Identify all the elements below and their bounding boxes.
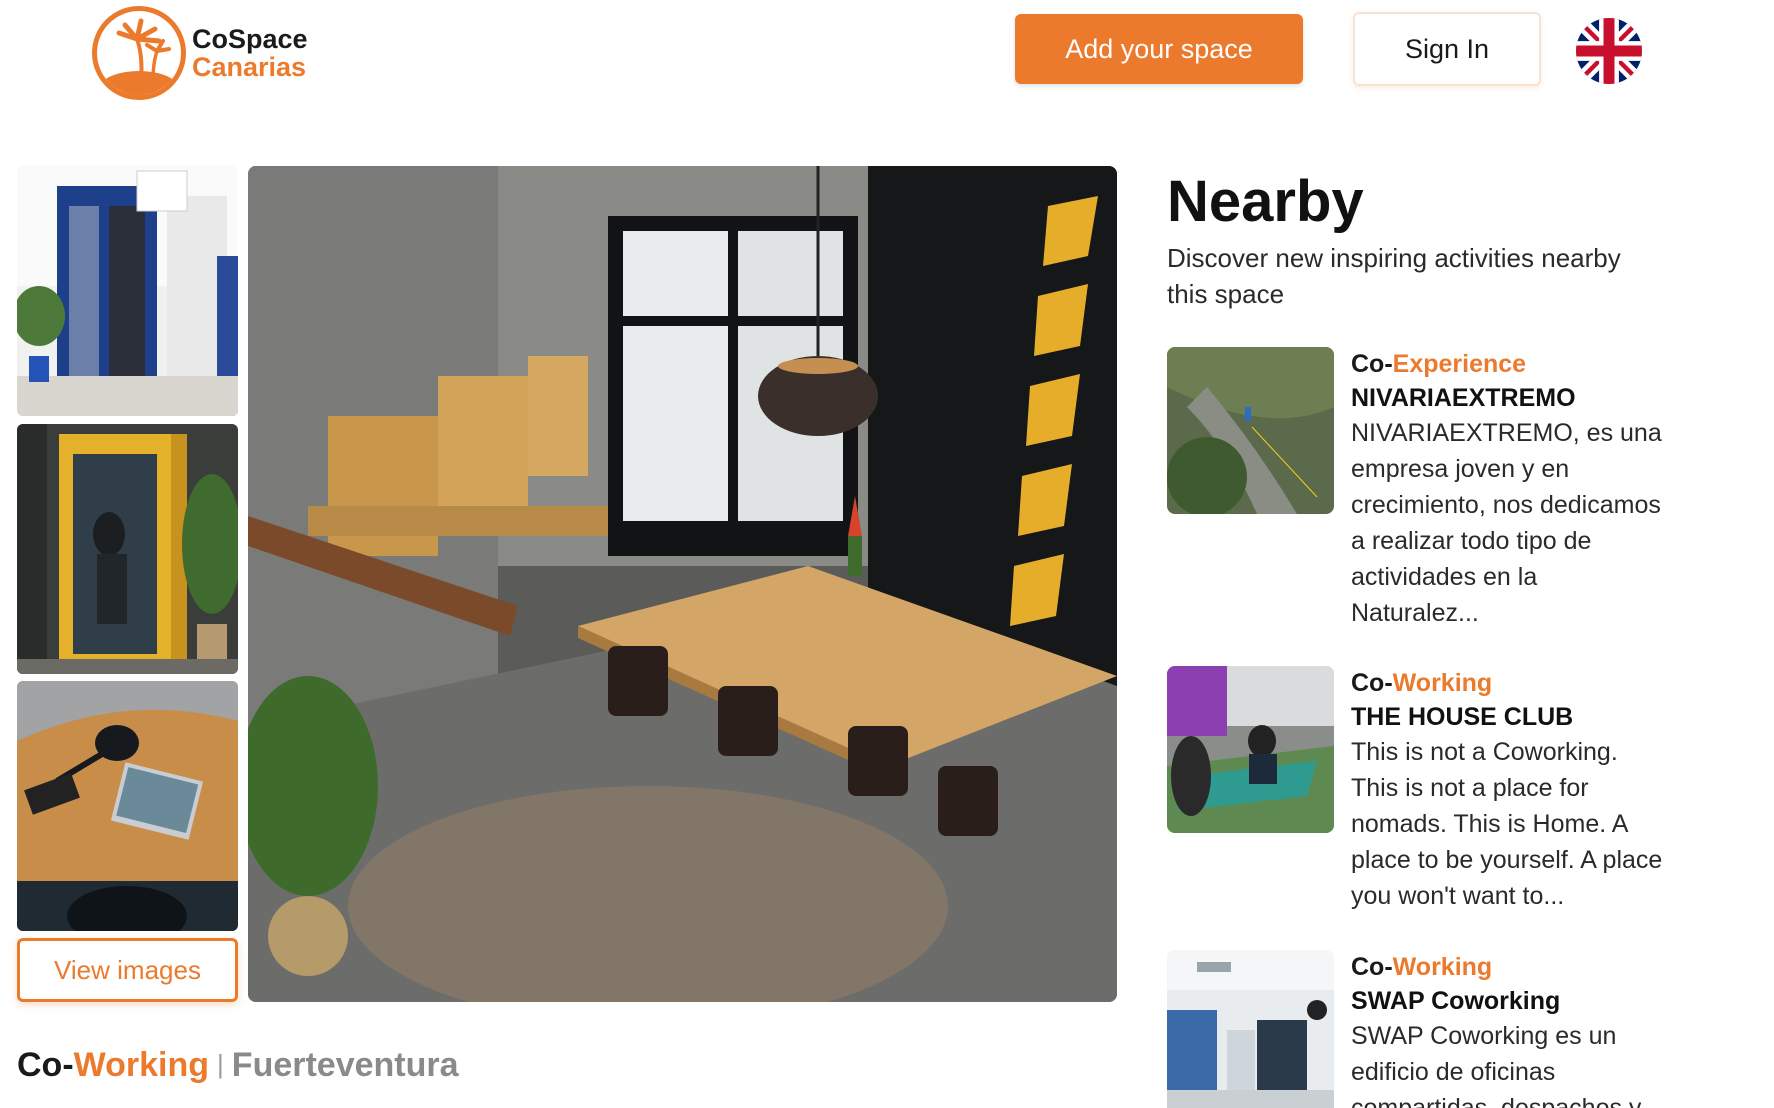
- space-category-location: Co-Working | Fuerteventura: [17, 1046, 459, 1085]
- category-prefix: Co-: [1351, 669, 1393, 697]
- brand-logo[interactable]: CoSpace Canarias: [92, 6, 308, 100]
- nearby-item-category: Co-Working: [1351, 950, 1671, 984]
- nearby-item[interactable]: Co-Experience NIVARIAEXTREMO NIVARIAEXTR…: [1167, 347, 1667, 637]
- nearby-title: Nearby: [1167, 169, 1364, 234]
- separator: |: [217, 1049, 224, 1079]
- nearby-item-body: Co-Working SWAP Coworking SWAP Coworking…: [1351, 950, 1671, 1108]
- nearby-item-body: Co-Experience NIVARIAEXTREMO NIVARIAEXTR…: [1351, 347, 1671, 631]
- nearby-item[interactable]: Co-Working SWAP Coworking SWAP Coworking…: [1167, 950, 1667, 1108]
- location-label[interactable]: Fuerteventura: [232, 1046, 459, 1084]
- view-images-button[interactable]: View images: [17, 938, 238, 1002]
- nearby-item-image[interactable]: [1167, 950, 1334, 1108]
- nearby-item-description: NIVARIAEXTREMO, es una empresa joven y e…: [1351, 419, 1662, 627]
- add-your-space-button[interactable]: Add your space: [1015, 14, 1303, 84]
- nearby-item-name[interactable]: NIVARIAEXTREMO: [1351, 381, 1671, 415]
- category-type: Working: [73, 1046, 210, 1084]
- nearby-item[interactable]: Co-Working THE HOUSE CLUB This is not a …: [1167, 666, 1667, 926]
- nearby-subtitle: Discover new inspiring activities nearby…: [1167, 243, 1621, 309]
- category-prefix: Co-: [1351, 350, 1393, 378]
- nearby-item-description: SWAP Coworking es un edificio de oficina…: [1351, 1022, 1661, 1108]
- nearby-item-name[interactable]: SWAP Coworking: [1351, 984, 1671, 1018]
- brand-line-2: Canarias: [192, 52, 307, 82]
- brand-wordmark: CoSpace Canarias: [192, 25, 308, 81]
- nearby-item-image[interactable]: [1167, 347, 1334, 514]
- nearby-item-description: This is not a Coworking. This is not a p…: [1351, 738, 1663, 910]
- nearby-item-name[interactable]: THE HOUSE CLUB: [1351, 700, 1671, 734]
- gallery-thumbnail-desk[interactable]: [17, 681, 238, 931]
- uk-flag-icon[interactable]: [1576, 18, 1642, 84]
- nearby-item-category: Co-Working: [1351, 666, 1671, 700]
- category-prefix: Co-: [17, 1046, 74, 1084]
- category-type: Working: [1392, 669, 1493, 697]
- gallery-thumbnail-phone-booth[interactable]: [17, 424, 238, 674]
- category-type: Experience: [1392, 350, 1527, 378]
- brand-line-1: CoSpace: [192, 24, 308, 54]
- sign-in-button[interactable]: Sign In: [1353, 12, 1541, 86]
- nearby-item-image[interactable]: [1167, 666, 1334, 833]
- category-type: Working: [1392, 953, 1493, 981]
- palm-island-icon: [92, 6, 186, 100]
- nearby-item-body: Co-Working THE HOUSE CLUB This is not a …: [1351, 666, 1671, 914]
- nearby-item-category: Co-Experience: [1351, 347, 1671, 381]
- gallery-thumbnail-entrance[interactable]: [17, 166, 238, 416]
- main-space-photo[interactable]: [248, 166, 1117, 1002]
- category-prefix: Co-: [1351, 953, 1393, 981]
